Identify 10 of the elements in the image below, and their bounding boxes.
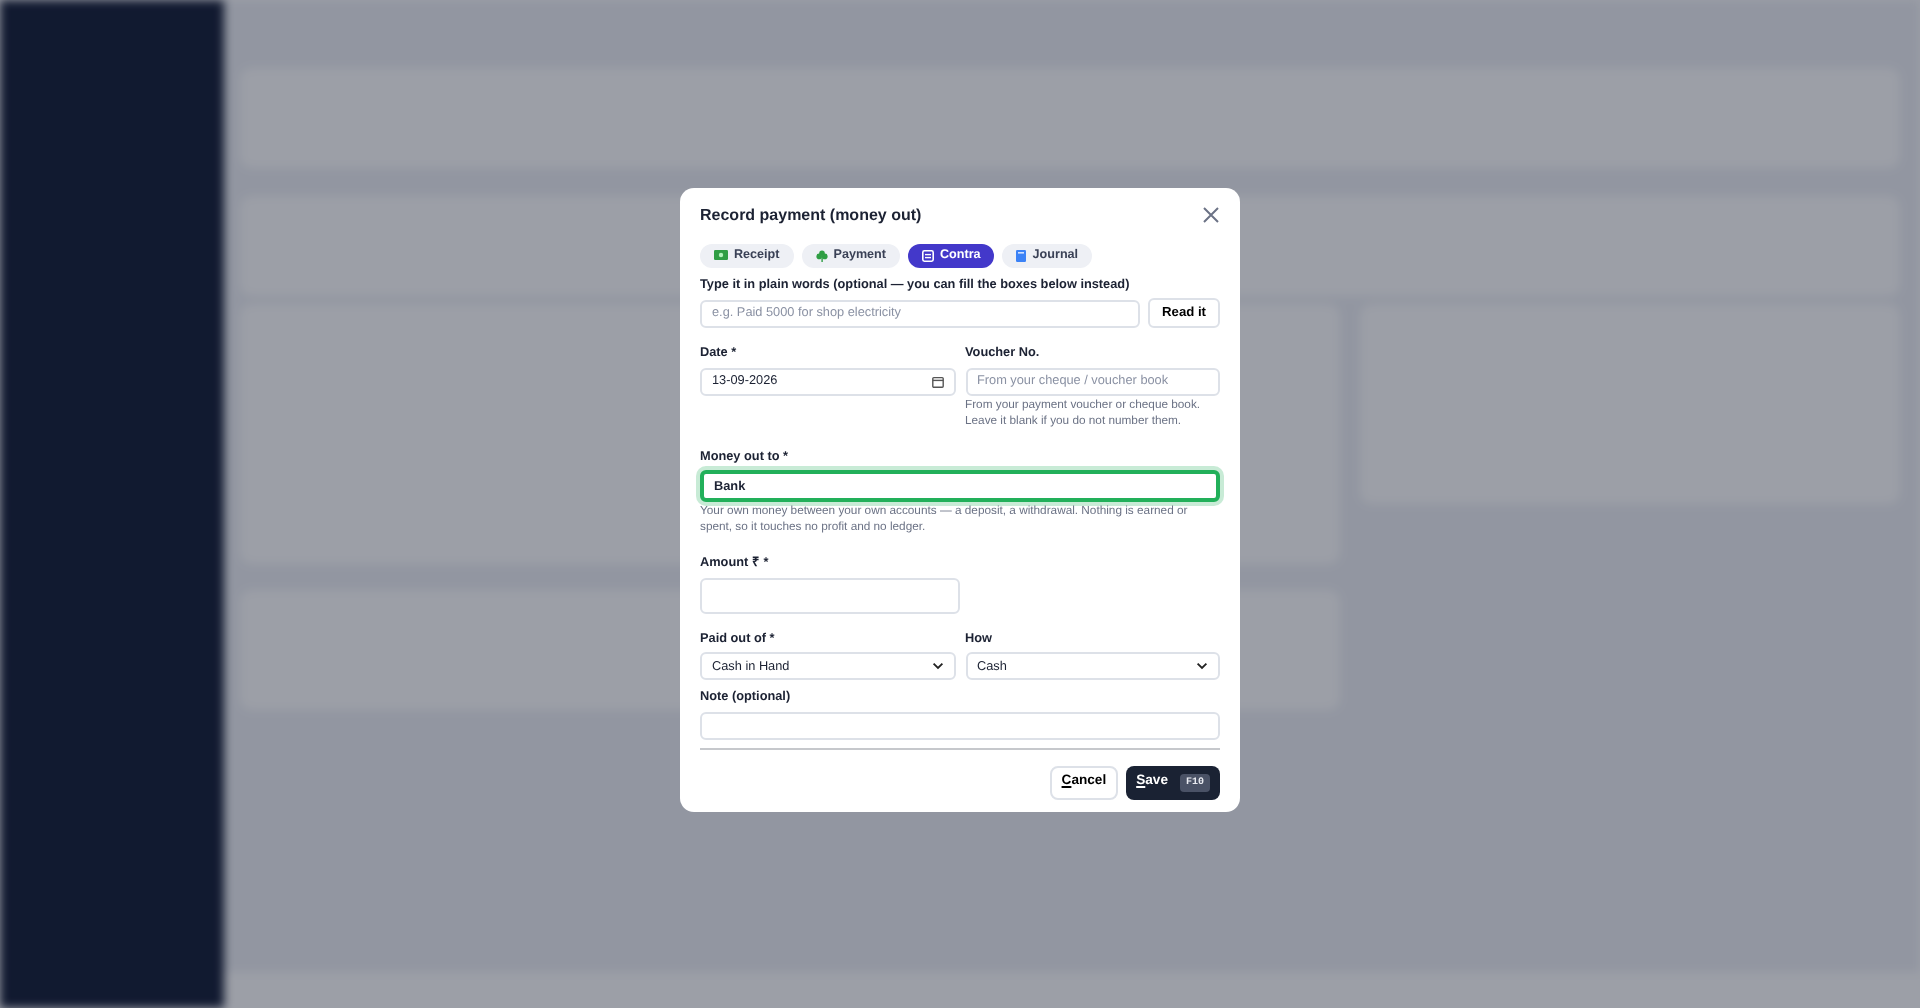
book-icon <box>1016 249 1027 262</box>
note-input[interactable] <box>700 712 1220 741</box>
chevron-down-icon <box>1196 662 1208 671</box>
close-icon[interactable] <box>1200 205 1220 226</box>
calendar-icon <box>931 375 943 388</box>
chevron-down-icon <box>931 662 943 671</box>
money-icon <box>714 250 728 261</box>
amount-input[interactable] <box>700 577 960 614</box>
dialog-title: Record payment (money out) <box>700 203 922 228</box>
leaf-icon <box>815 249 828 262</box>
